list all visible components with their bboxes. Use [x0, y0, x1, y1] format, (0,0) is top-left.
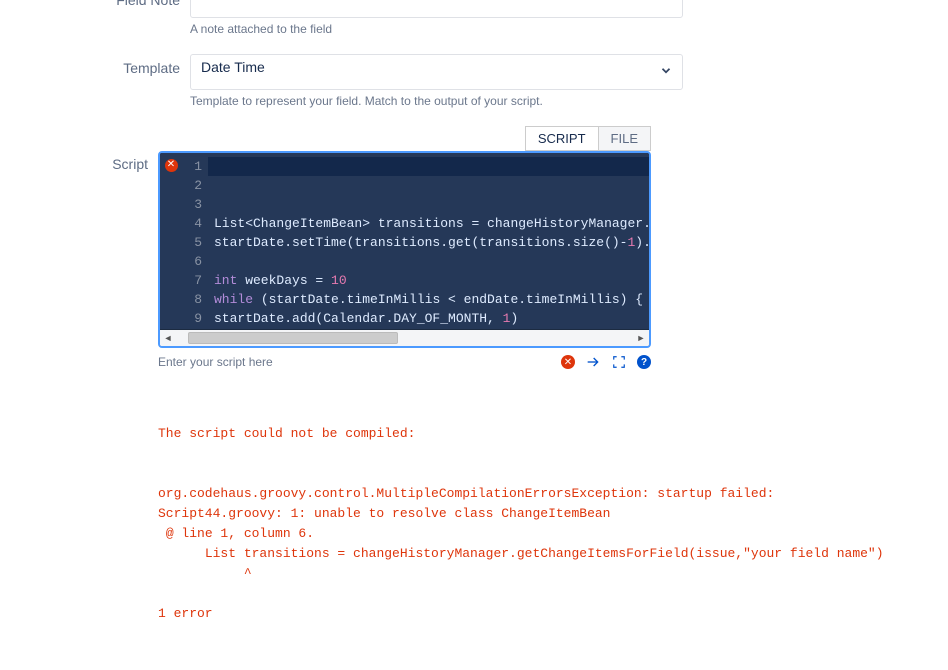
line-number-gutter: 123456789 [182, 153, 208, 329]
code-editor[interactable]: ✕ 123456789 List<ChangeItemBean> transit… [158, 151, 651, 348]
help-icon[interactable]: ? [637, 355, 651, 369]
field-note-helper: A note attached to the field [190, 22, 928, 36]
error-body: org.codehaus.groovy.control.MultipleComp… [158, 484, 928, 624]
script-label: Script [20, 126, 158, 172]
compile-error-block: The script could not be compiled: org.co… [158, 384, 928, 664]
scroll-thumb[interactable] [188, 332, 398, 344]
scroll-right-icon[interactable]: ► [633, 330, 649, 347]
tab-file[interactable]: FILE [598, 126, 651, 151]
run-icon[interactable] [585, 354, 601, 370]
code-content[interactable]: List<ChangeItemBean> transitions = chang… [208, 153, 649, 329]
field-note-label: Field Note [20, 0, 190, 8]
error-icon[interactable]: ✕ [561, 355, 575, 369]
script-hint: Enter your script here [158, 355, 273, 369]
tab-script[interactable]: SCRIPT [525, 126, 599, 151]
expand-icon[interactable] [611, 354, 627, 370]
horizontal-scrollbar[interactable]: ◄ ► [160, 329, 649, 346]
error-gutter: ✕ [160, 153, 182, 329]
template-label: Template [20, 54, 190, 76]
error-marker-icon: ✕ [165, 159, 178, 172]
scroll-left-icon[interactable]: ◄ [160, 330, 176, 347]
template-helper: Template to represent your field. Match … [190, 94, 928, 108]
template-select[interactable]: Date Time [190, 54, 683, 90]
error-header: The script could not be compiled: [158, 424, 928, 444]
scroll-track[interactable] [176, 330, 633, 347]
field-note-input[interactable] [190, 0, 683, 18]
